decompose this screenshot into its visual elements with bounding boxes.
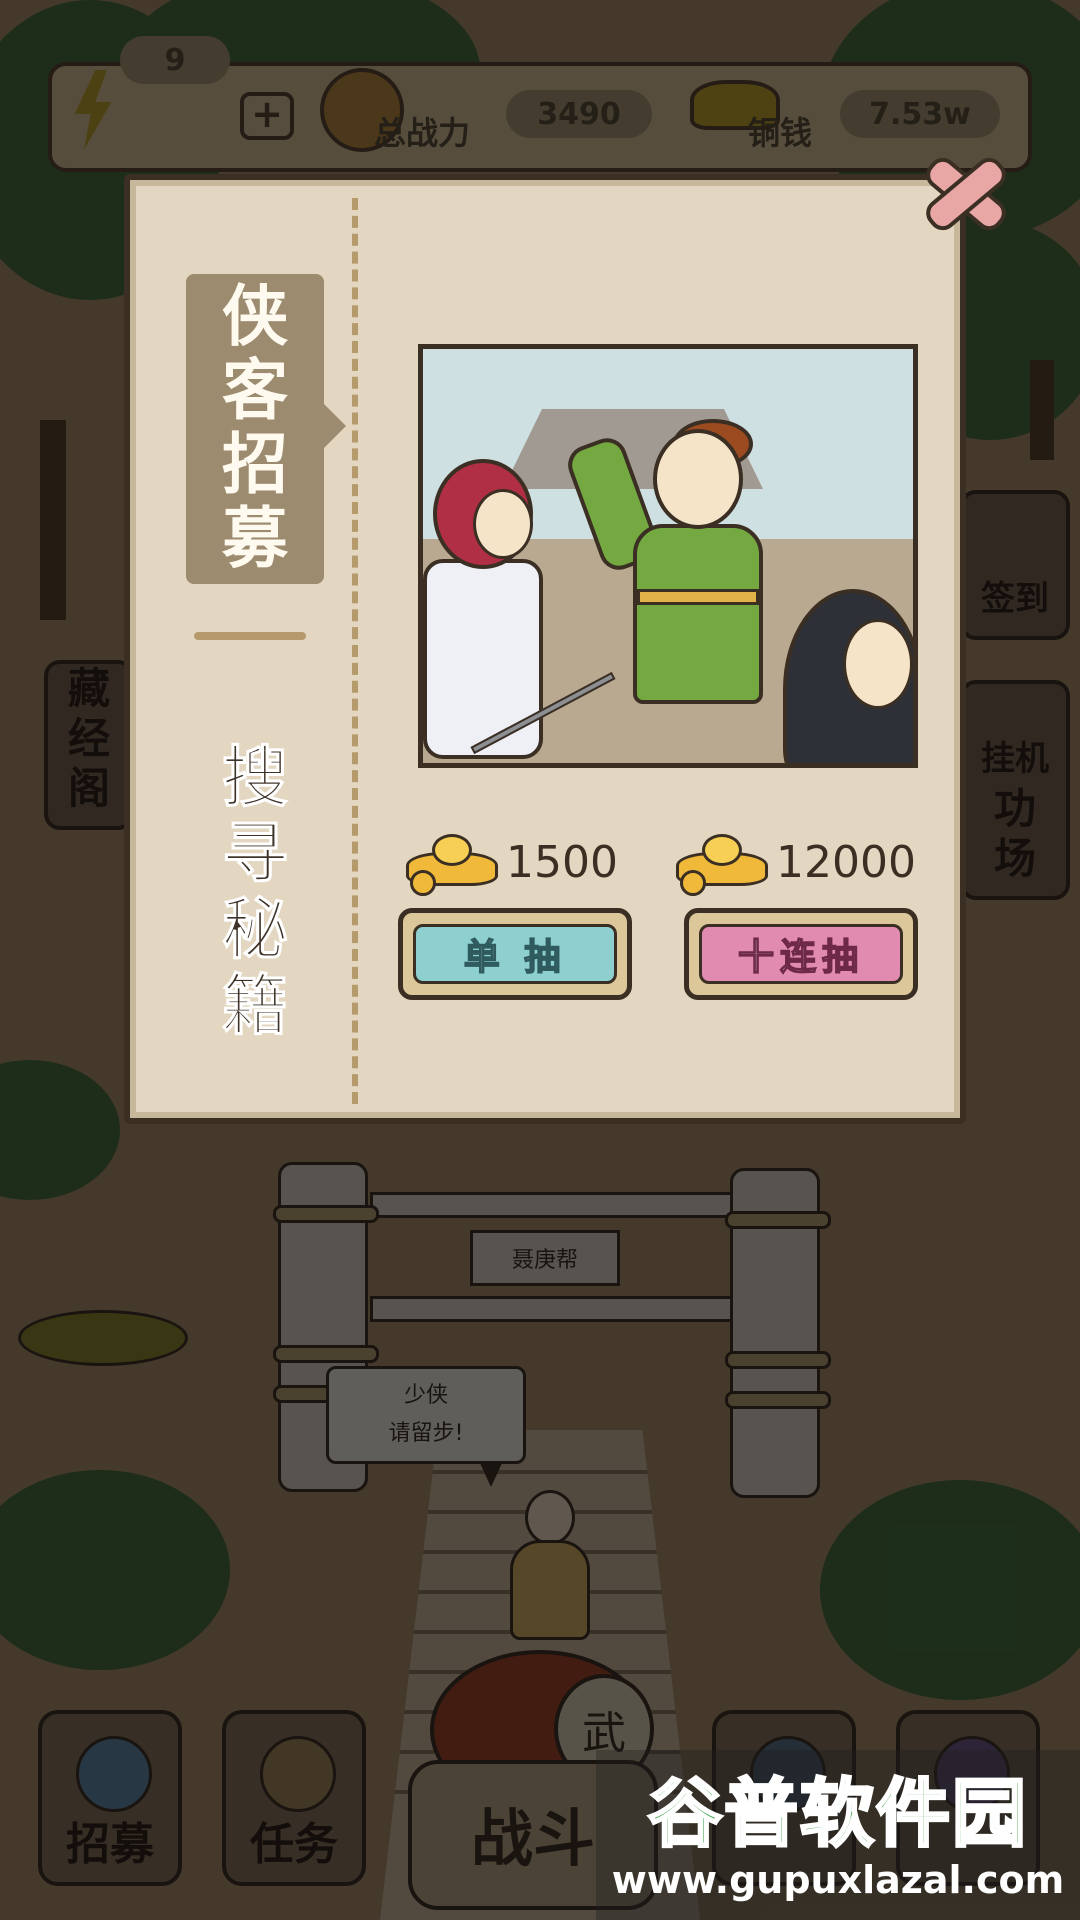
tab-char: 客 bbox=[222, 352, 288, 429]
hero-black-hair bbox=[783, 589, 913, 763]
tab-char: 侠 bbox=[222, 278, 288, 355]
tab-char: 招 bbox=[222, 426, 288, 503]
recruit-banner-art bbox=[418, 344, 918, 768]
gold-ingot-icon bbox=[676, 834, 768, 896]
watermark-url: www.gupuxlazal.com bbox=[611, 1858, 1065, 1902]
tab-char: 搜 bbox=[222, 739, 289, 816]
tab-separator bbox=[194, 632, 306, 640]
gold-ingot-icon bbox=[406, 834, 498, 896]
single-draw-price: 1500 bbox=[506, 836, 618, 888]
tab-char: 募 bbox=[222, 500, 288, 577]
recruit-modal: 侠 客 招 募 搜 寻 秘 籍 1500 12000 单 抽 十连抽 bbox=[124, 174, 966, 1124]
tab-search-manuals[interactable]: 搜 寻 秘 籍 bbox=[186, 739, 324, 1060]
tab-hero-recruit[interactable]: 侠 客 招 募 bbox=[186, 274, 346, 584]
single-draw-button[interactable]: 单 抽 bbox=[398, 908, 632, 1000]
tab-char: 秘 bbox=[222, 891, 289, 968]
close-icon[interactable] bbox=[912, 144, 1012, 234]
single-draw-cost: 1500 bbox=[406, 832, 618, 896]
hero-red-hair bbox=[423, 459, 616, 763]
watermark-title: 谷普软件园 bbox=[647, 1770, 1028, 1859]
hero-green-robe bbox=[562, 419, 773, 763]
tab-char: 籍 bbox=[222, 967, 289, 1044]
watermark: 谷普软件园 www.gupuxlazal.com bbox=[596, 1750, 1080, 1920]
ten-draw-label: 十连抽 bbox=[699, 924, 903, 984]
tab-char: 寻 bbox=[222, 815, 289, 892]
single-draw-label: 单 抽 bbox=[413, 924, 617, 984]
ten-draw-price: 12000 bbox=[776, 836, 916, 888]
tab-divider bbox=[352, 198, 358, 1104]
ten-draw-button[interactable]: 十连抽 bbox=[684, 908, 918, 1000]
ten-draw-cost: 12000 bbox=[676, 832, 916, 896]
